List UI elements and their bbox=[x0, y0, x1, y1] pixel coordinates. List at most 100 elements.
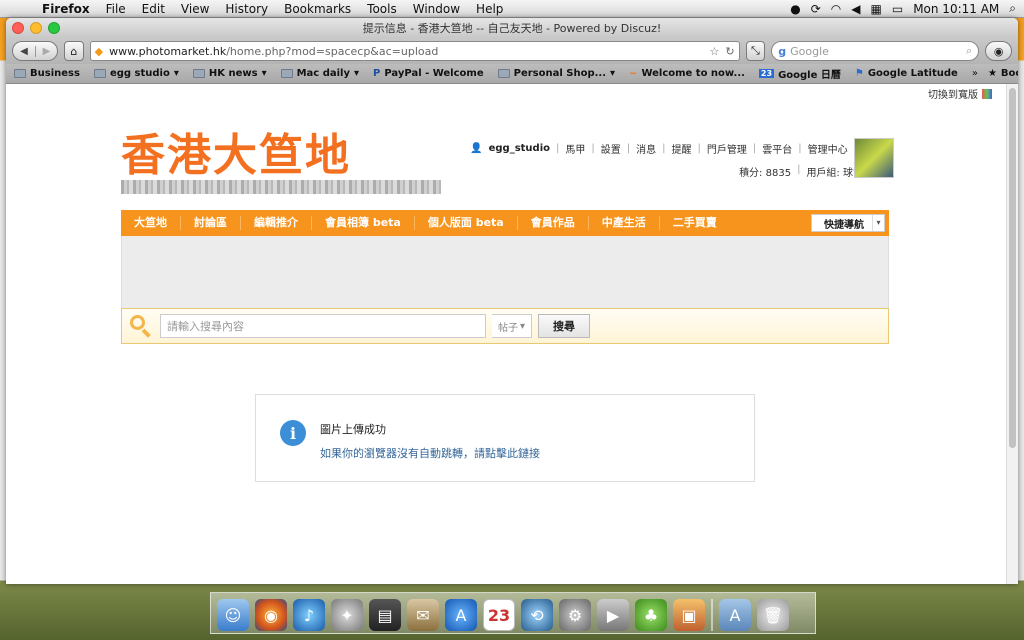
dashboard-icon[interactable]: ▤ bbox=[369, 599, 401, 631]
user-link-cloud[interactable]: 雲平台 bbox=[762, 141, 792, 156]
search-button[interactable]: 搜尋 bbox=[538, 314, 590, 338]
avatar[interactable] bbox=[854, 138, 894, 178]
calendar-icon[interactable]: 23 bbox=[483, 599, 515, 631]
site-logo[interactable]: 香港大笪地 bbox=[121, 132, 441, 194]
user-links: 👤 egg_studio | 馬甲 | 設置 | 消息 | 提醒 | 門戶管理 | 雲平台 |… bbox=[470, 141, 883, 156]
search-type-select[interactable]: 帖子 ▾ bbox=[492, 314, 532, 338]
menu-view[interactable]: View bbox=[173, 2, 217, 16]
iphoto-icon[interactable]: ▣ bbox=[673, 599, 705, 631]
back-forward-buttons: ◀ ▶ bbox=[12, 41, 58, 61]
time-machine-icon[interactable]: ⟳ bbox=[811, 2, 821, 16]
wave-icon: ~ bbox=[629, 68, 638, 79]
dock-divider bbox=[711, 599, 713, 631]
nav-item-personal-page[interactable]: 個人版面 beta bbox=[415, 216, 518, 230]
folder-icon bbox=[280, 69, 293, 78]
user-link-messages[interactable]: 消息 bbox=[636, 141, 656, 156]
resize-icon[interactable]: ⤡ bbox=[745, 41, 766, 61]
finder-icon[interactable]: ☺ bbox=[217, 599, 249, 631]
window-title: 提示信息 - 香港大笪地 -- 自己友天地 - Powered by Discu… bbox=[362, 22, 662, 35]
bookmark-link[interactable]: ~ Welcome to now... bbox=[629, 68, 745, 79]
url-bar[interactable]: ◆ www.photomarket.hk/home.php?mod=spacec… bbox=[89, 41, 740, 61]
clock[interactable]: Mon 10:11 AM bbox=[913, 2, 999, 16]
user-link-admin-center[interactable]: 管理中心 bbox=[808, 141, 848, 156]
navigation-toolbar: ◀ ▶ ⌂ ◆ www.photomarket.hk/home.php?mod=… bbox=[6, 38, 1018, 64]
bookmarks-menu[interactable]: ★Bookmarks ▾ bbox=[988, 68, 1018, 79]
credits-link[interactable]: 積分: 8835 bbox=[739, 164, 791, 179]
adblock-icon[interactable]: ◉ bbox=[985, 41, 1012, 61]
time-machine-icon[interactable]: ⟲ bbox=[521, 599, 553, 631]
applications-folder-icon[interactable]: A bbox=[719, 599, 751, 631]
chevron-right-icon[interactable]: » bbox=[972, 68, 978, 79]
menu-tools[interactable]: Tools bbox=[359, 2, 405, 16]
search-icon[interactable]: ⌕ bbox=[966, 44, 972, 58]
mac-menu-bar: Firefox File Edit View History Bookmarks… bbox=[0, 0, 1024, 18]
bookmarks-overflow: » ★Bookmarks ▾ bbox=[972, 68, 1018, 79]
google-icon[interactable]: g bbox=[778, 45, 786, 58]
nav-item-middle-class[interactable]: 中產生活 bbox=[589, 216, 660, 230]
minimize-icon[interactable] bbox=[30, 22, 42, 34]
user-link-vest[interactable]: 馬甲 bbox=[565, 141, 585, 156]
itunes-icon[interactable]: ♪ bbox=[293, 599, 325, 631]
star-icon[interactable]: ☆ bbox=[710, 45, 720, 58]
menu-app-name[interactable]: Firefox bbox=[34, 2, 98, 16]
menu-file[interactable]: File bbox=[98, 2, 134, 16]
zoom-icon[interactable] bbox=[48, 22, 60, 34]
latitude-icon: ⚑ bbox=[854, 68, 864, 79]
user-link-portal-admin[interactable]: 門戶管理 bbox=[707, 141, 747, 156]
quick-nav-dropdown[interactable]: 快捷導航 ▾ bbox=[811, 214, 885, 232]
volume-icon[interactable]: ◀ bbox=[851, 2, 860, 16]
firefox-icon[interactable]: ◉ bbox=[255, 599, 287, 631]
scrollbar-thumb[interactable] bbox=[1009, 88, 1016, 448]
quick-nav-label: 快捷導航 bbox=[824, 219, 864, 231]
battery-icon[interactable]: ▭ bbox=[892, 2, 903, 16]
bookmark-folder[interactable]: Mac daily ▾ bbox=[280, 68, 359, 79]
bookmark-folder[interactable]: Personal Shop... ▾ bbox=[497, 68, 615, 79]
bookmark-folder[interactable]: HK news ▾ bbox=[192, 68, 267, 79]
close-icon[interactable] bbox=[12, 22, 24, 34]
folder-icon bbox=[14, 69, 26, 78]
search-bar[interactable]: g Google ⌕ bbox=[771, 41, 980, 61]
redirect-link[interactable]: 如果你的瀏覽器沒有自動跳轉，請點擊此鏈接 bbox=[320, 445, 540, 461]
menu-bookmarks[interactable]: Bookmarks bbox=[276, 2, 359, 16]
nav-item-albums[interactable]: 會員相簿 beta bbox=[312, 216, 415, 230]
bookmark-folder[interactable]: Business bbox=[14, 68, 80, 79]
adium-icon[interactable]: ♣ bbox=[635, 599, 667, 631]
reload-icon[interactable]: ↻ bbox=[725, 45, 734, 58]
username-link[interactable]: egg_studio bbox=[489, 143, 550, 154]
nav-item-member-works[interactable]: 會員作品 bbox=[518, 216, 589, 230]
back-arrow-icon[interactable]: ◀ bbox=[13, 46, 35, 57]
menu-edit[interactable]: Edit bbox=[134, 2, 173, 16]
wide-switch-link[interactable]: 切換到寬版 bbox=[928, 86, 992, 101]
wifi-icon[interactable]: ◠ bbox=[831, 2, 841, 16]
user-link-reminders[interactable]: 提醒 bbox=[672, 141, 692, 156]
paypal-icon: P bbox=[373, 68, 381, 79]
menu-history[interactable]: History bbox=[217, 2, 276, 16]
forward-arrow-icon[interactable]: ▶ bbox=[35, 45, 57, 57]
mail-icon[interactable]: ✉ bbox=[407, 599, 439, 631]
facetime-icon[interactable]: ▶ bbox=[597, 599, 629, 631]
app-store-icon[interactable]: A bbox=[445, 599, 477, 631]
flag-icon[interactable]: ▦ bbox=[871, 2, 882, 16]
bookmark-link[interactable]: ⚑ Google Latitude bbox=[855, 68, 958, 79]
bookmark-link[interactable]: P PayPal - Welcome bbox=[373, 68, 484, 79]
nav-item-forum[interactable]: 討論區 bbox=[181, 216, 241, 230]
bookmark-folder[interactable]: egg studio ▾ bbox=[93, 68, 179, 79]
menu-help[interactable]: Help bbox=[468, 2, 511, 16]
home-icon[interactable]: ⌂ bbox=[64, 41, 84, 61]
nav-item-second-hand[interactable]: 二手買賣 bbox=[660, 216, 730, 230]
url-text[interactable]: www.photomarket.hk/home.php?mod=spacecp&… bbox=[109, 45, 703, 58]
banner-area bbox=[121, 236, 889, 308]
nav-item-home[interactable]: 大笪地 bbox=[121, 216, 181, 230]
vertical-scrollbar[interactable] bbox=[1006, 84, 1018, 584]
search-input[interactable]: 請輸入搜尋內容 bbox=[160, 314, 486, 338]
trash-icon[interactable]: 🗑 bbox=[757, 599, 789, 631]
status-icon[interactable]: ● bbox=[790, 2, 800, 16]
launchpad-icon[interactable]: ✦ bbox=[331, 599, 363, 631]
spotlight-icon[interactable]: ⌕ bbox=[1009, 1, 1016, 16]
user-link-settings[interactable]: 設置 bbox=[601, 141, 621, 156]
nav-item-editor-picks[interactable]: 編輯推介 bbox=[241, 216, 312, 230]
menu-window[interactable]: Window bbox=[405, 2, 468, 16]
bookmark-link[interactable]: 23 Google 日曆 bbox=[758, 66, 841, 81]
search-placeholder: Google bbox=[790, 44, 829, 58]
system-preferences-icon[interactable]: ⚙ bbox=[559, 599, 591, 631]
